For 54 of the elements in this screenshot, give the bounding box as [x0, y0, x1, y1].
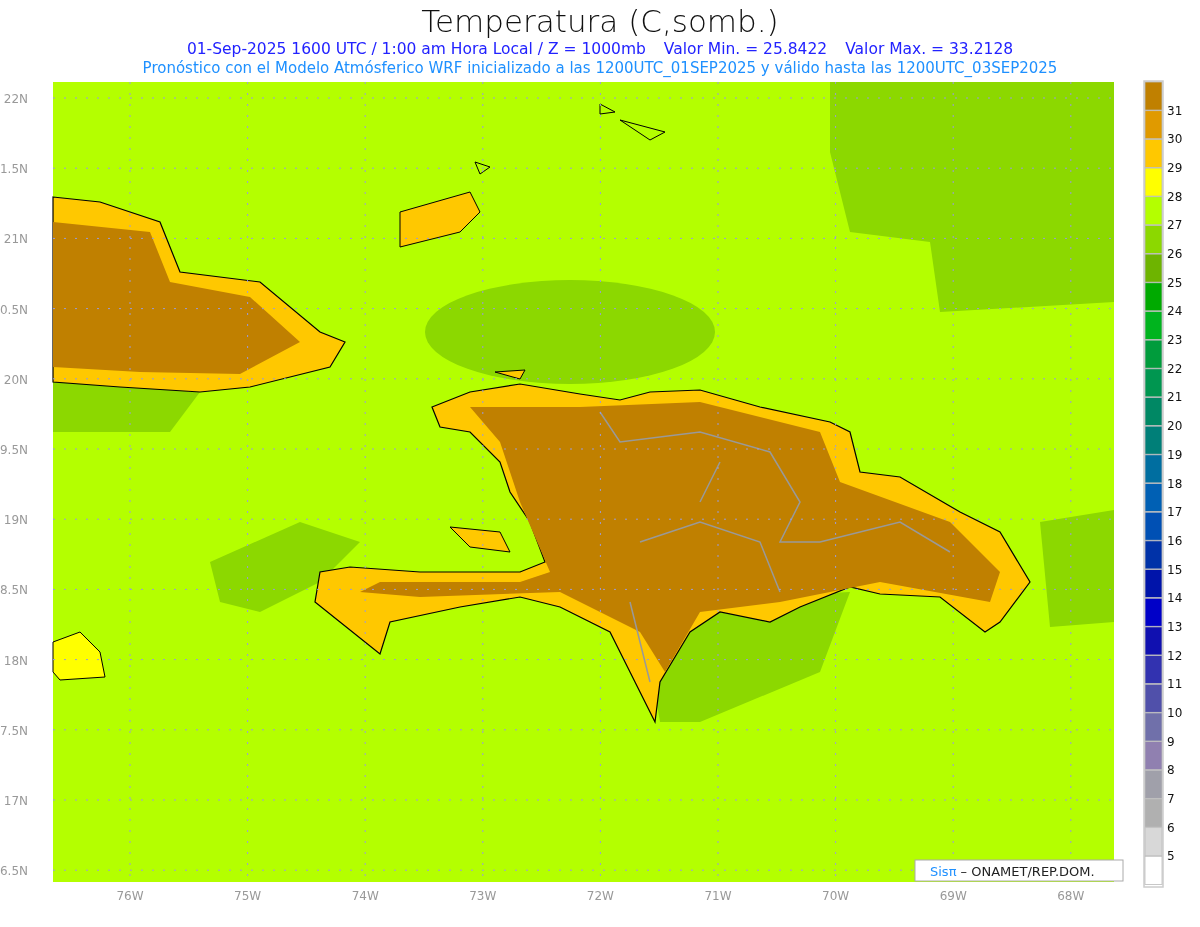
latitude-label: 1.5N: [0, 162, 28, 177]
latitude-label: 20N: [3, 372, 28, 387]
latitude-label: 19N: [3, 513, 28, 528]
legend-label: 10: [1167, 705, 1183, 720]
longitude-label: 74W: [351, 889, 379, 903]
legend-label: 22: [1167, 361, 1183, 376]
longitude-label: 75W: [234, 889, 262, 903]
latitude-label: 9.5N: [0, 443, 28, 457]
latitude-label: 22N: [3, 92, 28, 106]
min-value: Valor Min. = 25.8422: [663, 40, 828, 59]
legend-label: 13: [1167, 619, 1183, 634]
latitude-label: 17N: [3, 794, 28, 808]
longitude-label: 70W: [822, 889, 850, 903]
longitude-label: 72W: [586, 889, 614, 903]
legend-label: 19: [1167, 447, 1183, 462]
longitude-label: 71W: [704, 889, 732, 903]
legend-label: 27: [1167, 218, 1183, 233]
latitude-label: 21N: [3, 232, 28, 247]
legend-label: 11: [1167, 677, 1183, 692]
legend-label: 31: [1167, 103, 1183, 118]
legend-label: 6: [1167, 820, 1175, 835]
legend-label: 29: [1167, 161, 1183, 176]
latitude-label: 0.5N: [0, 302, 28, 317]
legend-label: 8: [1167, 763, 1175, 778]
legend-label: 12: [1167, 648, 1183, 663]
max-value: Valor Max. = 33.2128: [845, 40, 1014, 59]
legend-label: 25: [1167, 275, 1183, 290]
legend-label: 26: [1167, 247, 1183, 262]
legend-label: 15: [1167, 562, 1183, 577]
legend-label: 23: [1167, 333, 1183, 348]
credit-label: Sisπ – ONAMET/REP.DOM.: [914, 859, 1124, 882]
longitude-label: 73W: [469, 889, 497, 903]
legend-label: 21: [1167, 390, 1183, 405]
legend-label: 24: [1167, 304, 1183, 319]
legend-label: 7: [1167, 791, 1175, 806]
legend-label: 16: [1167, 533, 1183, 548]
latitude-label: 18N: [3, 653, 28, 668]
latitude-label: 8.5N: [0, 583, 28, 598]
legend-label: 14: [1167, 591, 1183, 606]
legend-label: 28: [1167, 189, 1183, 204]
legend-label: 30: [1167, 132, 1183, 147]
longitude-label: 68W: [1057, 889, 1085, 903]
latitude-label: 7.5N: [0, 723, 28, 738]
legend-label: 18: [1167, 476, 1183, 491]
model-description: Pronóstico con el Modelo Atmósferico WRF inicializado a las 1200UTC_01SEP2025 y válido hasta las 1200UTC_03SEP2025: [141, 59, 1059, 78]
map-title: Temperatura (C,somb.): [420, 2, 780, 40]
legend-label: 20: [1167, 419, 1183, 434]
latitude-label: 6.5N: [0, 864, 28, 879]
legend-label: 17: [1167, 505, 1183, 520]
longitude-label: 76W: [116, 889, 144, 903]
longitude-label: 69W: [939, 889, 967, 903]
valid-time: 01-Sep-2025 1600 UTC / 1:00 am Hora Local / Z = 1000mb: [186, 40, 646, 59]
legend-label: 5: [1167, 849, 1175, 864]
legend-label: 9: [1167, 734, 1175, 749]
